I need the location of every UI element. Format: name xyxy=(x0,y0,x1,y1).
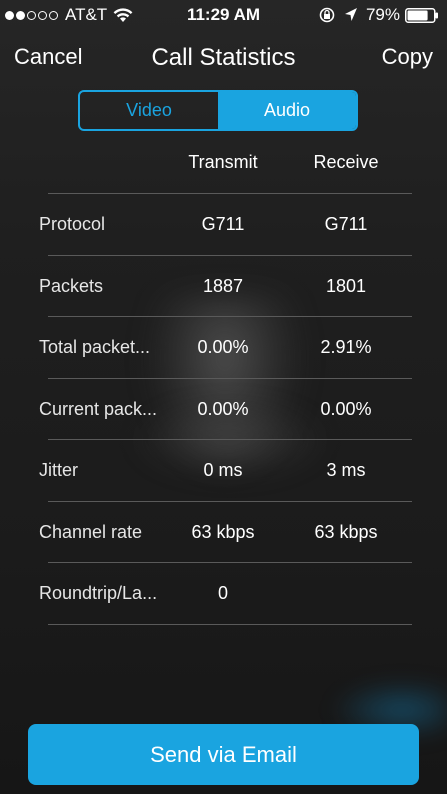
table-row-channel-rate: Channel rate 63 kbps 63 kbps xyxy=(0,502,447,563)
call-statistics-screen: AT&T 11:29 AM 79% Cancel Call Statistics… xyxy=(0,0,447,794)
segment-video[interactable]: Video xyxy=(80,92,218,129)
transmit-value: 0 xyxy=(217,583,228,603)
transmit-value: G711 xyxy=(201,214,245,234)
row-divider xyxy=(48,624,412,625)
transmit-value: 0 ms xyxy=(203,460,243,480)
column-header-transmit: Transmit xyxy=(188,152,258,172)
row-label: Jitter xyxy=(39,460,79,480)
transmit-value: 0.00% xyxy=(197,337,249,357)
media-type-segmented-control: Video Audio xyxy=(78,90,358,131)
receive-value: 2.91% xyxy=(320,337,372,357)
battery-percentage: 79% xyxy=(365,5,400,24)
table-row-roundtrip-latency: Roundtrip/La... 0 xyxy=(0,563,447,624)
location-arrow-icon xyxy=(344,8,357,21)
column-header-receive: Receive xyxy=(313,152,379,172)
receive-value: 63 kbps xyxy=(314,522,378,542)
table-row-packets: Packets 1887 1801 xyxy=(0,256,447,317)
table-row-current-packet-loss: Current pack... 0.00% 0.00% xyxy=(0,379,447,440)
transmit-value: 0.00% xyxy=(197,399,249,419)
status-bar: AT&T 11:29 AM 79% xyxy=(0,0,447,30)
row-label: Protocol xyxy=(39,214,106,234)
segment-audio[interactable]: Audio xyxy=(218,92,356,129)
row-label: Total packet... xyxy=(39,337,151,357)
receive-value: 1801 xyxy=(325,276,367,296)
transmit-value: 63 kbps xyxy=(191,522,255,542)
transmit-value: 1887 xyxy=(202,276,244,296)
receive-value: 3 ms xyxy=(326,460,366,480)
row-label: Packets xyxy=(39,276,104,296)
row-label: Roundtrip/La... xyxy=(39,583,158,603)
send-via-email-button[interactable]: Send via Email xyxy=(28,724,419,785)
row-label: Current pack... xyxy=(39,399,158,419)
table-row-jitter: Jitter 0 ms 3 ms xyxy=(0,440,447,501)
status-right: 79% xyxy=(318,5,439,25)
battery-icon xyxy=(405,7,438,23)
rotation-lock-icon xyxy=(319,7,335,23)
copy-button[interactable]: Copy xyxy=(382,44,433,70)
page-title: Call Statistics xyxy=(151,44,296,71)
row-label: Channel rate xyxy=(39,522,143,542)
receive-value: 0.00% xyxy=(320,399,372,419)
table-row-protocol: Protocol G711 G711 xyxy=(0,194,447,255)
receive-value xyxy=(286,563,406,624)
table-row-total-packet-loss: Total packet... 0.00% 2.91% xyxy=(0,317,447,378)
receive-value: G711 xyxy=(324,214,368,234)
